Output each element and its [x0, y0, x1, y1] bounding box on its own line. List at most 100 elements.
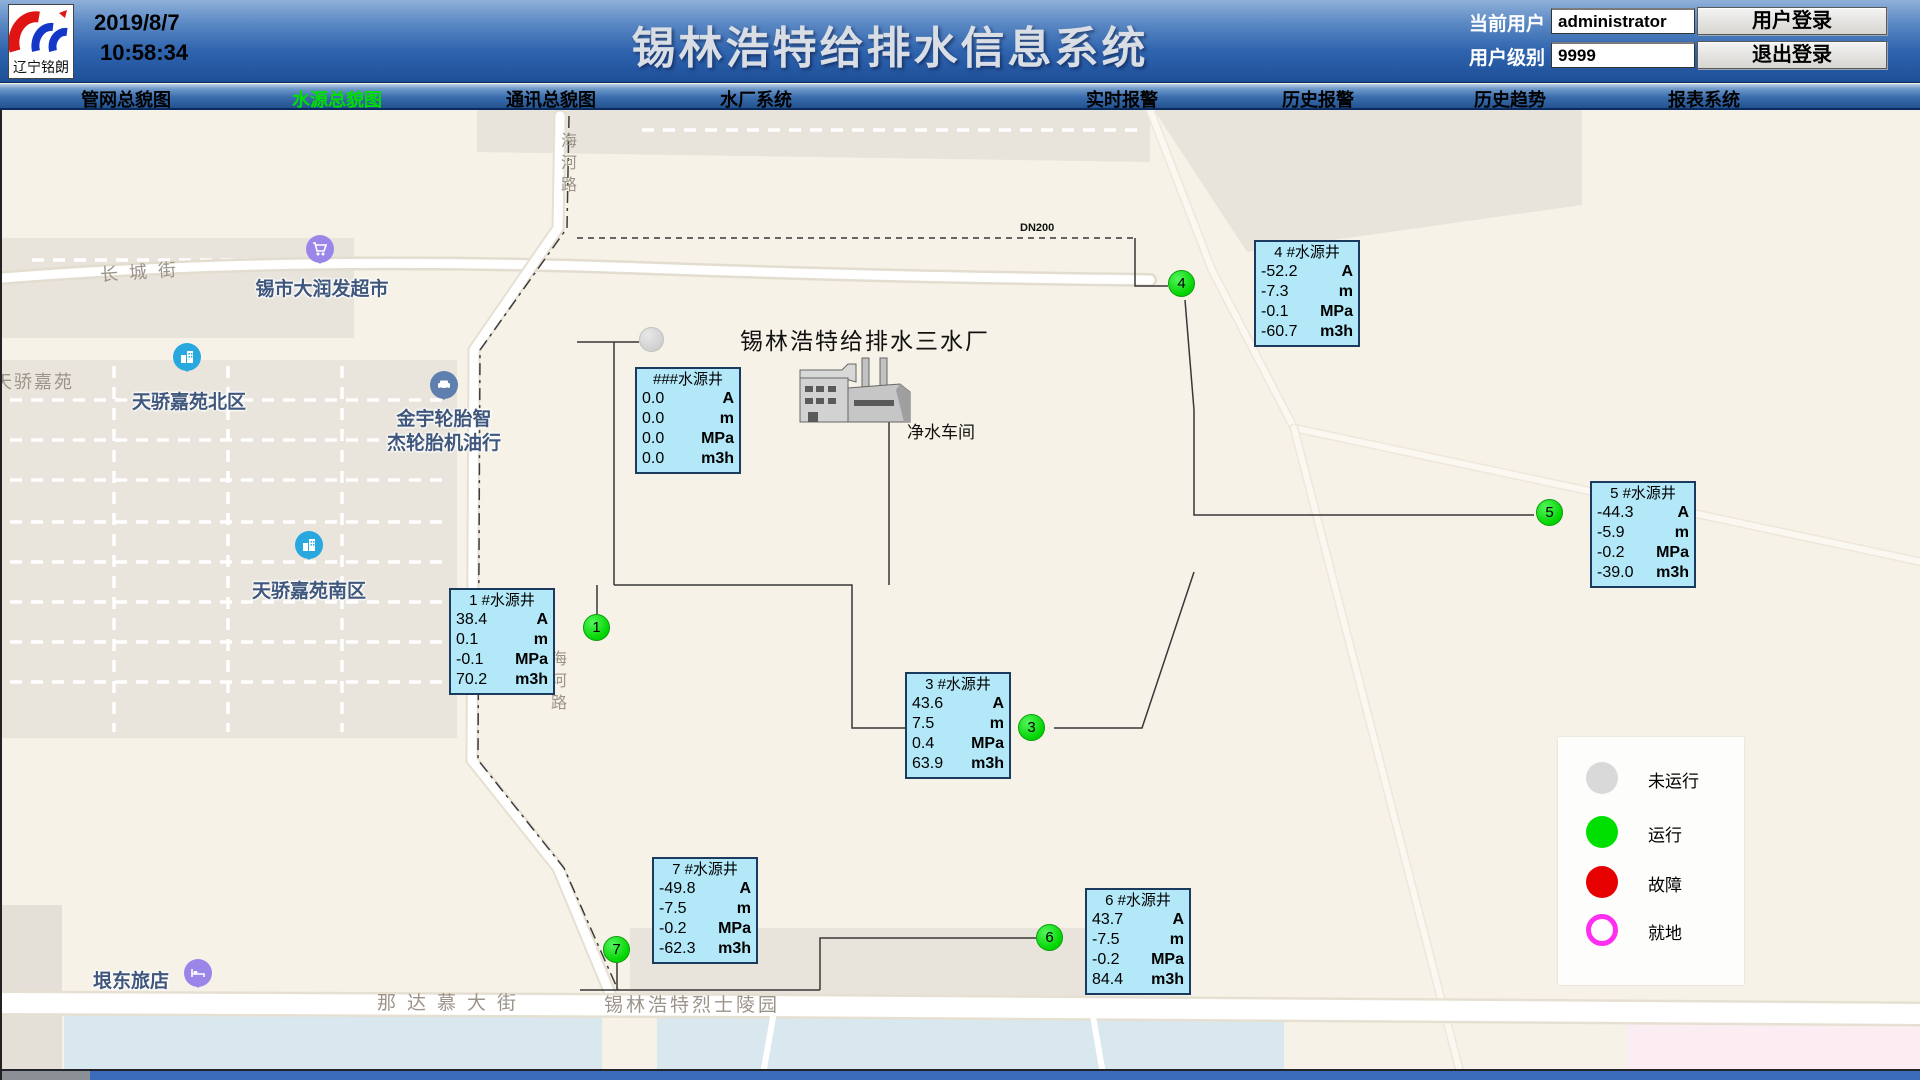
time-text: 10:58:34: [94, 38, 188, 68]
well-unit: MPa: [718, 919, 751, 939]
well-value: 70.2: [456, 670, 487, 690]
poi-label-tire-shop-line1: 金宇轮胎智: [396, 404, 491, 431]
well-value: -0.2: [1092, 950, 1120, 970]
well-marker-4[interactable]: 4: [1168, 270, 1195, 297]
well-marker-7[interactable]: 7: [603, 936, 630, 963]
company-logo: 辽宁铭朗: [8, 4, 74, 79]
legend-running-icon: [1586, 816, 1618, 848]
tab-history-alarm[interactable]: 历史报警: [1282, 86, 1354, 112]
well-value: -0.2: [1597, 543, 1625, 563]
well-marker-5[interactable]: 5: [1536, 499, 1563, 526]
tab-water-plant-system[interactable]: 水厂系统: [720, 86, 792, 112]
area-label-tianjiao: 天骄嘉苑: [0, 368, 74, 394]
user-level-input[interactable]: [1551, 42, 1695, 68]
well-unit: m3h: [971, 754, 1004, 774]
well-value: -5.9: [1597, 523, 1625, 543]
well-unit: m3h: [1656, 563, 1689, 583]
well-unit: m3h: [1151, 970, 1184, 990]
well-unit: MPa: [701, 429, 734, 449]
well-unit: MPa: [1656, 543, 1689, 563]
well-databox-plant[interactable]: ###水源井 0.0A 0.0m 0.0MPa 0.0m3h: [635, 367, 741, 474]
app-title: 锡林浩特给排水信息系统: [632, 12, 1149, 76]
legend-label: 就地: [1648, 919, 1682, 944]
well-marker-num: 6: [1045, 929, 1053, 946]
poi-label-north-district: 天骄嘉苑北区: [132, 387, 246, 414]
well-value: 63.9: [912, 754, 943, 774]
well-databox-5[interactable]: 5 #水源井 -44.3A -5.9m -0.2MPa -39.0m3h: [1590, 481, 1696, 588]
tab-report-system[interactable]: 报表系统: [1668, 86, 1740, 112]
well-title: ###水源井: [642, 370, 734, 389]
street-label-haihe-north: 海河路: [554, 132, 578, 198]
status-legend: 未运行 运行 故障 就地: [1558, 737, 1744, 985]
tab-communication-overview[interactable]: 通讯总貌图: [506, 86, 596, 112]
legend-label: 未运行: [1648, 767, 1699, 792]
tab-history-trend[interactable]: 历史趋势: [1474, 86, 1546, 112]
well-title: 6 #水源井: [1092, 891, 1184, 910]
well-unit: MPa: [971, 734, 1004, 754]
nav-bar: 管网总貌图 水源总貌图 通讯总貌图 水厂系统 实时报警 历史报警 历史趋势 报表…: [0, 84, 1920, 110]
well-value: -7.3: [1261, 282, 1289, 302]
well-unit: m3h: [515, 670, 548, 690]
current-user-input[interactable]: [1551, 8, 1695, 34]
well-value: -0.1: [1261, 302, 1289, 322]
well-value: 38.4: [456, 610, 487, 630]
area-label-martyrs-cemetery: 锡林浩特烈士陵园: [604, 990, 780, 1017]
legend-fault-icon: [1586, 866, 1618, 898]
legend-local-icon: [1586, 914, 1618, 946]
well-value: 0.0: [642, 429, 664, 449]
poi-label-hotel: 垠东旅店: [93, 966, 169, 993]
logout-button[interactable]: 退出登录: [1697, 41, 1887, 69]
poi-label-supermarket: 锡市大润发超市: [255, 274, 388, 301]
header-bar: 辽宁铭朗 2019/8/7 10:58:34 锡林浩特给排水信息系统 当前用户 …: [0, 0, 1920, 83]
tab-pipe-network-overview[interactable]: 管网总貌图: [81, 86, 171, 112]
well-unit: A: [1341, 262, 1353, 282]
legend-row-not-running: 未运行: [1558, 762, 1744, 796]
well-databox-4[interactable]: 4 #水源井 -52.2A -7.3m -0.1MPa -60.7m3h: [1254, 240, 1360, 347]
well-unit: m: [737, 899, 751, 919]
well-marker-num: 1: [592, 619, 600, 636]
tab-realtime-alarm[interactable]: 实时报警: [1086, 86, 1158, 112]
well-value: 0.0: [642, 389, 664, 409]
north-district-building-icon: [173, 343, 201, 371]
poi-label-south-district: 天骄嘉苑南区: [252, 576, 366, 603]
well-databox-7[interactable]: 7 #水源井 -49.8A -7.5m -0.2MPa -62.3m3h: [652, 857, 758, 964]
well-unit: A: [739, 879, 751, 899]
well-value: 0.1: [456, 630, 478, 650]
well-marker-3[interactable]: 3: [1018, 714, 1045, 741]
well-databox-1[interactable]: 1 #水源井 38.4A 0.1m -0.1MPa 70.2m3h: [449, 588, 555, 695]
well-value: 0.0: [642, 409, 664, 429]
well-marker-num: 4: [1177, 275, 1185, 292]
legend-not-running-icon: [1586, 762, 1618, 794]
well-marker-1[interactable]: 1: [583, 614, 610, 641]
workshop-label: 净水车间: [907, 418, 975, 443]
well-unit: A: [722, 389, 734, 409]
well-title: 3 #水源井: [912, 675, 1004, 694]
login-button[interactable]: 用户登录: [1697, 7, 1887, 35]
well-value: 43.6: [912, 694, 943, 714]
well-value: -0.1: [456, 650, 484, 670]
well-marker-6[interactable]: 6: [1036, 924, 1063, 951]
tab-water-source-overview[interactable]: 水源总貌图: [292, 86, 382, 112]
user-level-label: 用户级别: [1455, 43, 1545, 70]
well-value: 84.4: [1092, 970, 1123, 990]
well-unit: m: [1339, 282, 1353, 302]
well-unit: MPa: [515, 650, 548, 670]
well-unit: m: [534, 630, 548, 650]
well-value: 43.7: [1092, 910, 1123, 930]
factory-icon: [800, 358, 910, 422]
hotel-bed-icon: [184, 959, 212, 987]
well-unit: MPa: [1151, 950, 1184, 970]
datetime: 2019/8/7 10:58:34: [94, 8, 188, 68]
tire-shop-car-icon: [430, 371, 458, 399]
well-unit: m: [990, 714, 1004, 734]
well-databox-6[interactable]: 6 #水源井 43.7A -7.5m -0.2MPa 84.4m3h: [1085, 888, 1191, 995]
well-databox-3[interactable]: 3 #水源井 43.6A 7.5m 0.4MPa 63.9m3h: [905, 672, 1011, 779]
poi-label-tire-shop-line2: 杰轮胎机油行: [387, 428, 501, 455]
water-source-map: 长城街 海河路 海河路 那达慕大街 锡林浩特烈士陵园 天骄嘉苑 锡市大润发超市 …: [0, 110, 1920, 1080]
well-value: 7.5: [912, 714, 934, 734]
legend-row-local: 就地: [1558, 914, 1744, 948]
well-marker-plant[interactable]: [639, 327, 664, 352]
date-text: 2019/8/7: [94, 8, 188, 38]
well-value: -52.2: [1261, 262, 1297, 282]
legend-row-running: 运行: [1558, 816, 1744, 850]
